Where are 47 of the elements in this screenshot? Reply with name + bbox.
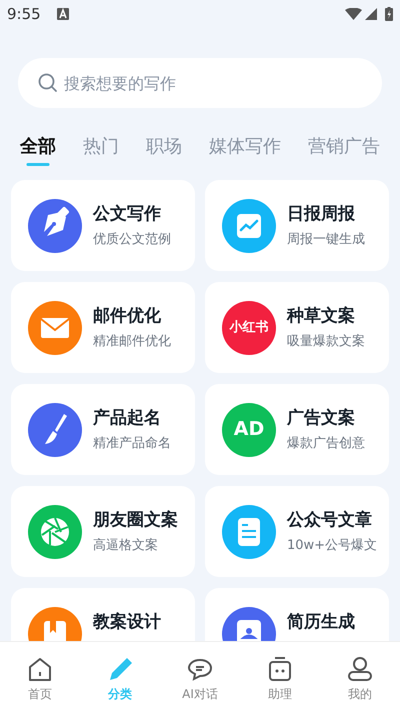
card-subtitle: 精准邮件优化 [93,332,171,350]
search-field[interactable]: 搜索想要的写作 [18,58,382,108]
card-title: 朋友圈文案 [93,508,178,530]
card-subtitle: 高逼格文案 [93,536,159,554]
card-subtitle: 精准产品命名 [93,434,171,452]
writing-card[interactable]: 公众号文章 10w+公号爆文 [205,486,389,577]
nav-tab[interactable]: 首页 [28,687,52,701]
card-subtitle: 优质公文范例 [93,230,171,248]
robot-icon[interactable] [267,656,293,682]
signal-icon [365,8,377,20]
nav-tab[interactable]: 助理 [268,687,292,701]
card-title: 简历生成 [287,610,355,632]
tab-underline [26,163,50,166]
card-title: 产品起名 [93,406,162,428]
writing-card[interactable]: 教案设计 [11,588,195,641]
card-title: 教案设计 [93,610,161,632]
writing-card[interactable]: 公文写作 优质公文范例 [11,180,195,271]
card-subtitle: 爆款广告创意 [287,434,365,452]
card-subtitle: 吸量爆款文案 [287,332,365,350]
writing-card[interactable]: 日报周报 周报一键生成 [205,180,389,271]
notification-icon [56,8,69,20]
status-time: 9:55 [7,4,41,25]
card-title: 公众号文章 [287,508,373,530]
writing-card[interactable]: 小红书 种草文案 吸量爆款文案 [205,282,389,373]
logo-badge-icon: AD [222,402,276,456]
card-title: 种草文案 [287,304,356,326]
battery-icon [385,7,393,21]
writing-card[interactable]: 朋友圈文案 高逼格文案 [11,486,195,577]
chat-bubble-icon[interactable] [187,656,213,682]
card-title: 广告文案 [287,406,356,428]
writing-card[interactable]: 产品起名 精准产品命名 [11,384,195,475]
logo-badge-icon: 小红书 [222,300,276,354]
card-title: 邮件优化 [93,304,162,326]
category-tab[interactable]: 全部 [20,135,56,159]
search-icon [38,73,58,93]
card-subtitle: 周报一键生成 [287,230,365,248]
nav-tab[interactable]: AI对话 [182,687,218,701]
writing-card[interactable]: AD 广告文案 爆款广告创意 [205,384,389,475]
nav-tab[interactable]: 我的 [348,687,372,701]
card-subtitle: 10w+公号爆文 [287,536,378,554]
writing-card[interactable]: 邮件优化 精准邮件优化 [11,282,195,373]
wifi-icon [345,8,362,20]
card-title: 公文写作 [93,202,162,224]
writing-card[interactable]: 简历生成 [205,588,389,641]
home-icon[interactable] [27,656,53,682]
user-icon[interactable] [347,656,373,682]
card-title: 日报周报 [287,202,356,224]
